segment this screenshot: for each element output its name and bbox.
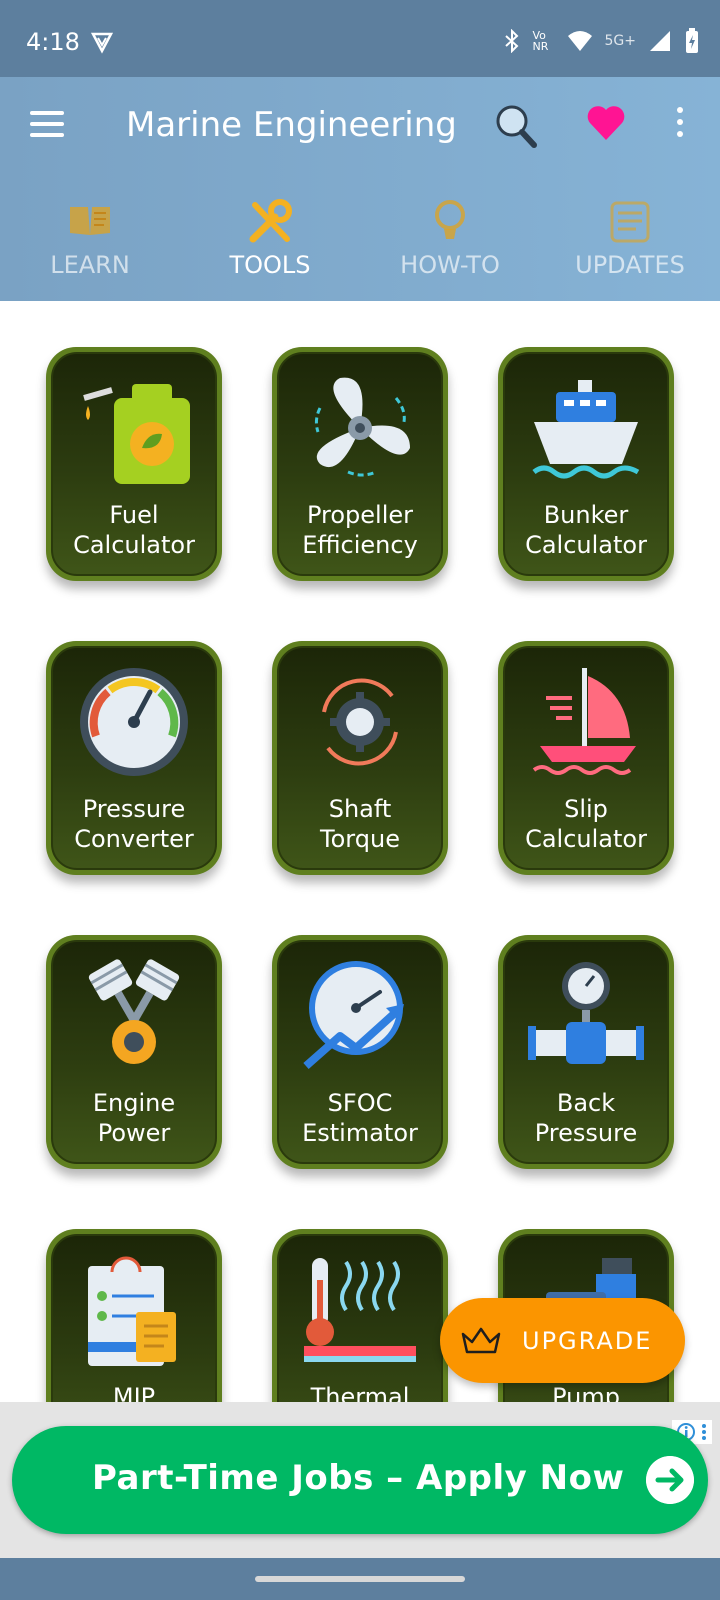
tool-fuel-calculator[interactable]: Fuel Calculator [46, 347, 222, 581]
bulb-icon [435, 200, 465, 239]
ad-banner: Part-Time Jobs – Apply Now [0, 1402, 720, 1558]
tool-label-line: Calculator [73, 531, 195, 559]
propeller-icon [314, 377, 410, 477]
arrow-right-icon [646, 1456, 694, 1504]
tool-label-line: Pump [552, 1383, 620, 1402]
tab-label: HOW-TO [400, 251, 500, 279]
menu-button[interactable] [30, 111, 70, 141]
book-icon [70, 207, 110, 235]
home-gesture-handle[interactable] [255, 1576, 465, 1582]
dot [677, 119, 683, 125]
tab-how-to[interactable]: HOW-TO [360, 187, 540, 301]
speedometer-icon [303, 961, 404, 1069]
tool-label-line: Thermal [310, 1383, 410, 1402]
tool-label-line: Fuel [109, 501, 159, 529]
dot [677, 107, 683, 113]
tab-label: UPDATES [575, 251, 685, 279]
tool-label-line: Converter [74, 825, 194, 853]
tool-label-line: Torque [320, 825, 400, 853]
tool-label-line: Propeller [306, 501, 414, 529]
ad-options-icon [702, 1424, 706, 1440]
tool-label-line: Shaft [328, 795, 392, 823]
upgrade-button[interactable]: UPGRADE [440, 1298, 685, 1383]
tab-tools[interactable]: TOOLS [180, 187, 360, 301]
tool-thermal[interactable]: Thermal [272, 1229, 448, 1402]
thermometer-icon [304, 1258, 416, 1362]
news-icon [610, 201, 650, 243]
ship-icon [532, 380, 640, 479]
tool-label-line: Bunker [543, 501, 629, 529]
tool-label-line: Pressure [534, 1119, 638, 1147]
signal-icon [650, 31, 670, 51]
network-label: 5G+ [604, 33, 637, 49]
menu-icon-line [30, 122, 64, 126]
system-nav-bar [0, 1558, 720, 1600]
tab-label: TOOLS [229, 251, 311, 279]
tool-label-line: Back [556, 1089, 616, 1117]
tool-engine-power[interactable]: Engine Power [46, 935, 222, 1169]
sailboat-icon [532, 668, 636, 775]
volte-label: Vo NR [532, 29, 549, 53]
app-title: Marine Engineering [126, 105, 457, 145]
battery-icon [686, 28, 698, 53]
more-options-button[interactable] [670, 107, 690, 147]
bluetooth-icon [504, 29, 518, 53]
tool-sfoc-estimator[interactable]: SFOC Estimator [272, 935, 448, 1169]
tools-icon [249, 199, 292, 243]
ad-text: Part-Time Jobs – Apply Now [92, 1458, 625, 1498]
menu-icon-line [30, 111, 64, 115]
favorite-heart-icon[interactable] [586, 105, 626, 141]
tab-label: LEARN [50, 251, 130, 279]
dot [677, 131, 683, 137]
menu-icon-line [30, 133, 64, 137]
tool-label-line: Slip [564, 795, 608, 823]
search-icon[interactable] [494, 103, 538, 149]
ad-cta-button[interactable]: Part-Time Jobs – Apply Now [12, 1426, 708, 1534]
pipe-gauge-icon [528, 962, 644, 1064]
crown-icon [461, 1327, 501, 1353]
gear-rotate-icon [322, 678, 398, 766]
tool-bunker-calculator[interactable]: Bunker Calculator [498, 347, 674, 581]
upgrade-label: UPGRADE [522, 1326, 653, 1355]
checklist-icon [88, 1256, 176, 1366]
tool-mip[interactable]: MIP [46, 1229, 222, 1402]
tool-label-line: MIP [112, 1383, 156, 1402]
status-bar: 4:18 Vo NR 5G+ [0, 0, 720, 77]
tool-label-line: Engine [92, 1089, 176, 1117]
wifi-icon [567, 31, 592, 51]
tool-propeller-efficiency[interactable]: Propeller Efficiency [272, 347, 448, 581]
tool-label-line: Efficiency [302, 531, 418, 559]
tab-learn[interactable]: LEARN [0, 187, 180, 301]
vpn-shield-icon [90, 32, 114, 54]
pistons-icon [88, 959, 180, 1064]
tool-label-line: SFOC [327, 1089, 393, 1117]
tool-slip-calculator[interactable]: Slip Calculator [498, 641, 674, 875]
tool-label-line: Calculator [525, 825, 647, 853]
tool-pressure-converter[interactable]: Pressure Converter [46, 641, 222, 875]
gauge-icon [80, 668, 188, 776]
status-icons: Vo NR 5G+ [503, 28, 701, 54]
tool-label-line: Pressure [82, 795, 186, 823]
tool-shaft-torque[interactable]: Shaft Torque [272, 641, 448, 875]
fuel-can-icon [83, 384, 190, 484]
status-time: 4:18 [26, 28, 80, 56]
tool-back-pressure[interactable]: Back Pressure [498, 935, 674, 1169]
app-header: Marine Engineering LEARN TOOLS HOW-TO UP… [0, 77, 720, 411]
tool-label-line: Calculator [525, 531, 647, 559]
tab-updates[interactable]: UPDATES [540, 187, 720, 301]
tool-label-line: Power [97, 1119, 171, 1147]
tab-bar: LEARN TOOLS HOW-TO UPDATES [0, 187, 720, 411]
tool-label-line: Estimator [302, 1119, 418, 1147]
tools-grid: Fuel Calculator Propeller Efficiency Bun… [0, 301, 720, 1402]
